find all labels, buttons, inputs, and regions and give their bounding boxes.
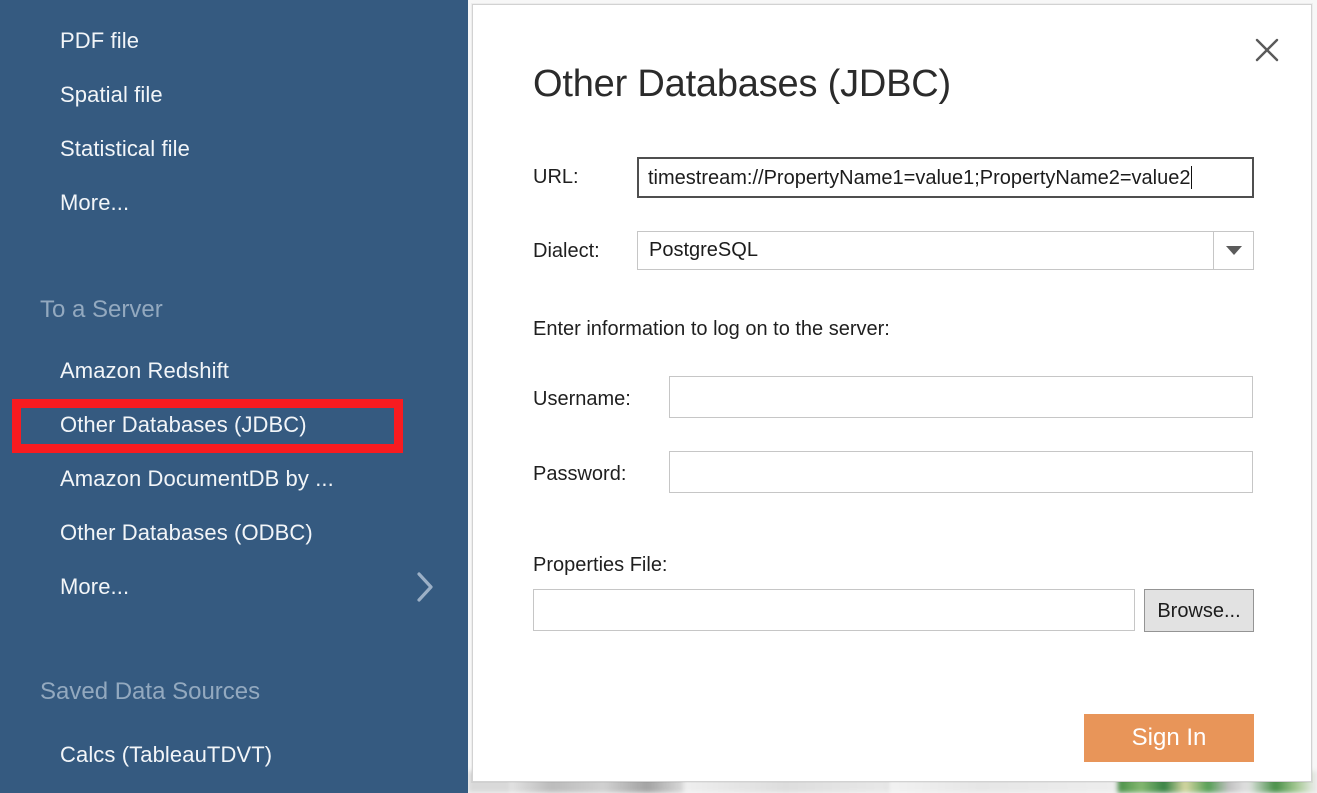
properties-file-label: Properties File: xyxy=(533,554,668,576)
jdbc-connection-dialog: Other Databases (JDBC) URL: timestream:/… xyxy=(472,4,1312,782)
password-input[interactable] xyxy=(669,451,1253,493)
dialect-label: Dialect: xyxy=(533,240,600,262)
sidebar-item-amazon-redshift[interactable]: Amazon Redshift xyxy=(60,358,229,384)
sidebar-header-to-a-server: To a Server xyxy=(40,296,163,323)
sidebar-item-statistical-file[interactable]: Statistical file xyxy=(60,136,190,162)
username-input[interactable] xyxy=(669,376,1253,418)
sign-in-button[interactable]: Sign In xyxy=(1084,714,1254,762)
browse-button[interactable]: Browse... xyxy=(1144,589,1254,632)
sidebar-item-calcs-tableautdvt[interactable]: Calcs (TableauTDVT) xyxy=(60,742,272,768)
url-input-value: timestream://PropertyName1=value1;Proper… xyxy=(648,166,1191,189)
sidebar-item-pdf-file[interactable]: PDF file xyxy=(60,28,139,54)
sidebar-item-spatial-file[interactable]: Spatial file xyxy=(60,82,163,108)
username-label: Username: xyxy=(533,388,631,410)
sidebar-item-server-more[interactable]: More... xyxy=(60,574,129,600)
sidebar-header-saved-data-sources: Saved Data Sources xyxy=(40,678,261,705)
sidebar-item-other-databases-odbc[interactable]: Other Databases (ODBC) xyxy=(60,520,313,546)
chevron-down-icon[interactable] xyxy=(1213,232,1253,269)
password-label: Password: xyxy=(533,463,627,485)
chevron-right-icon[interactable] xyxy=(413,570,437,604)
chevron-down-glyph xyxy=(1225,246,1242,255)
url-label: URL: xyxy=(533,166,579,188)
app-root: PDF file Spatial file Statistical file M… xyxy=(0,0,1317,793)
dialect-select-value: PostgreSQL xyxy=(638,239,1213,262)
url-input[interactable]: timestream://PropertyName1=value1;Proper… xyxy=(637,157,1254,198)
logon-instructions: Enter information to log on to the serve… xyxy=(533,318,890,340)
properties-file-input[interactable] xyxy=(533,589,1135,631)
connect-sidebar: PDF file Spatial file Statistical file M… xyxy=(0,0,468,793)
dialog-title: Other Databases (JDBC) xyxy=(533,63,951,105)
sidebar-item-amazon-documentdb[interactable]: Amazon DocumentDB by ... xyxy=(60,466,334,492)
dialect-value-text: PostgreSQL xyxy=(649,239,758,261)
sidebar-item-other-databases-jdbc[interactable]: Other Databases (JDBC) xyxy=(60,412,307,438)
sidebar-item-file-more[interactable]: More... xyxy=(60,190,129,216)
text-caret xyxy=(1191,166,1193,189)
dialect-select[interactable]: PostgreSQL xyxy=(637,231,1254,270)
close-icon[interactable] xyxy=(1250,33,1284,67)
